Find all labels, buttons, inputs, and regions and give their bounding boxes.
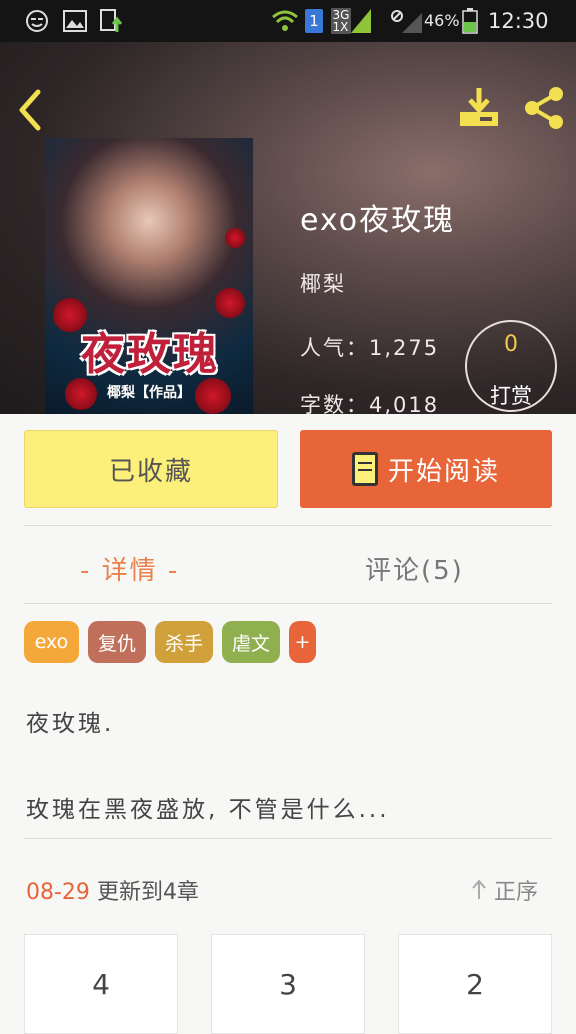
divider [24, 603, 552, 604]
rose-decoration [225, 228, 245, 248]
add-tag-button[interactable]: + [289, 621, 316, 663]
no-signal-icon [390, 8, 424, 34]
start-reading-label: 开始阅读 [387, 456, 500, 487]
download-icon [460, 88, 498, 126]
popularity-value: 1,275 [369, 336, 440, 360]
image-icon [62, 8, 88, 34]
update-date: 08-29 [26, 880, 90, 905]
book-icon [351, 452, 378, 486]
battery-icon [460, 8, 480, 34]
tab-comments[interactable]: 评论(5) [365, 550, 464, 587]
back-arrow-icon [19, 89, 41, 131]
share-button[interactable] [522, 86, 566, 130]
words-value: 4,018 [369, 393, 440, 414]
divider [24, 525, 552, 526]
chapter-card[interactable]: 3 [211, 934, 365, 1034]
book-author[interactable]: 椰梨 [300, 268, 346, 298]
divider [24, 838, 552, 839]
popularity-label: 人气： [300, 336, 369, 360]
description-line-2[interactable]: 玫瑰在黑夜盛放, 不管是什么... [26, 790, 390, 824]
reward-count: 0 [504, 332, 518, 357]
book-cover[interactable]: 夜玫瑰 椰梨【作品】 [45, 138, 253, 414]
rose-decoration [215, 288, 245, 318]
status-bar: 1 3G 1X 46% 12:30 [0, 0, 576, 42]
share-icon [525, 87, 563, 129]
tab-detail[interactable]: - 详情 - [80, 550, 179, 587]
sim-icon: 1 [304, 8, 324, 34]
reward-button[interactable]: 0 打赏 [465, 320, 557, 412]
wifi-icon [270, 8, 300, 34]
battery-percent: 46% [424, 11, 460, 30]
word-count-stat: 字数：4,018 [300, 389, 439, 414]
back-button[interactable] [14, 88, 46, 132]
favorite-label: 已收藏 [108, 456, 193, 487]
face-icon [24, 8, 50, 34]
clock: 12:30 [488, 9, 549, 33]
popularity-stat: 人气：1,275 [300, 332, 439, 362]
sort-label: 正序 [494, 880, 539, 905]
start-reading-button[interactable]: 开始阅读 [300, 430, 552, 508]
tag-revenge[interactable]: 复仇 [88, 621, 146, 663]
update-info: 08-29 更新到4章 [26, 874, 199, 906]
favorite-button[interactable]: 已收藏 [24, 430, 278, 508]
arrow-up-icon [472, 879, 486, 899]
reward-label: 打赏 [490, 384, 532, 408]
tag-killer[interactable]: 杀手 [155, 621, 213, 663]
tag-angst[interactable]: 虐文 [222, 621, 280, 663]
cover-title: 夜玫瑰 [81, 329, 219, 380]
book-title: exo夜玫瑰 [300, 203, 456, 238]
update-text: 更新到4章 [96, 880, 199, 905]
tag-exo[interactable]: exo [24, 621, 79, 663]
download-button[interactable] [458, 86, 500, 130]
file-upload-icon [98, 8, 126, 34]
chapter-card[interactable]: 4 [24, 934, 178, 1034]
words-label: 字数： [300, 393, 369, 414]
chapter-card[interactable]: 2 [398, 934, 552, 1034]
sort-button[interactable]: 正序 [470, 874, 538, 906]
description-line-1: 夜玫瑰. [26, 711, 115, 737]
cover-author: 椰梨【作品】 [107, 385, 191, 401]
network-icon: 3G 1X [328, 8, 374, 34]
